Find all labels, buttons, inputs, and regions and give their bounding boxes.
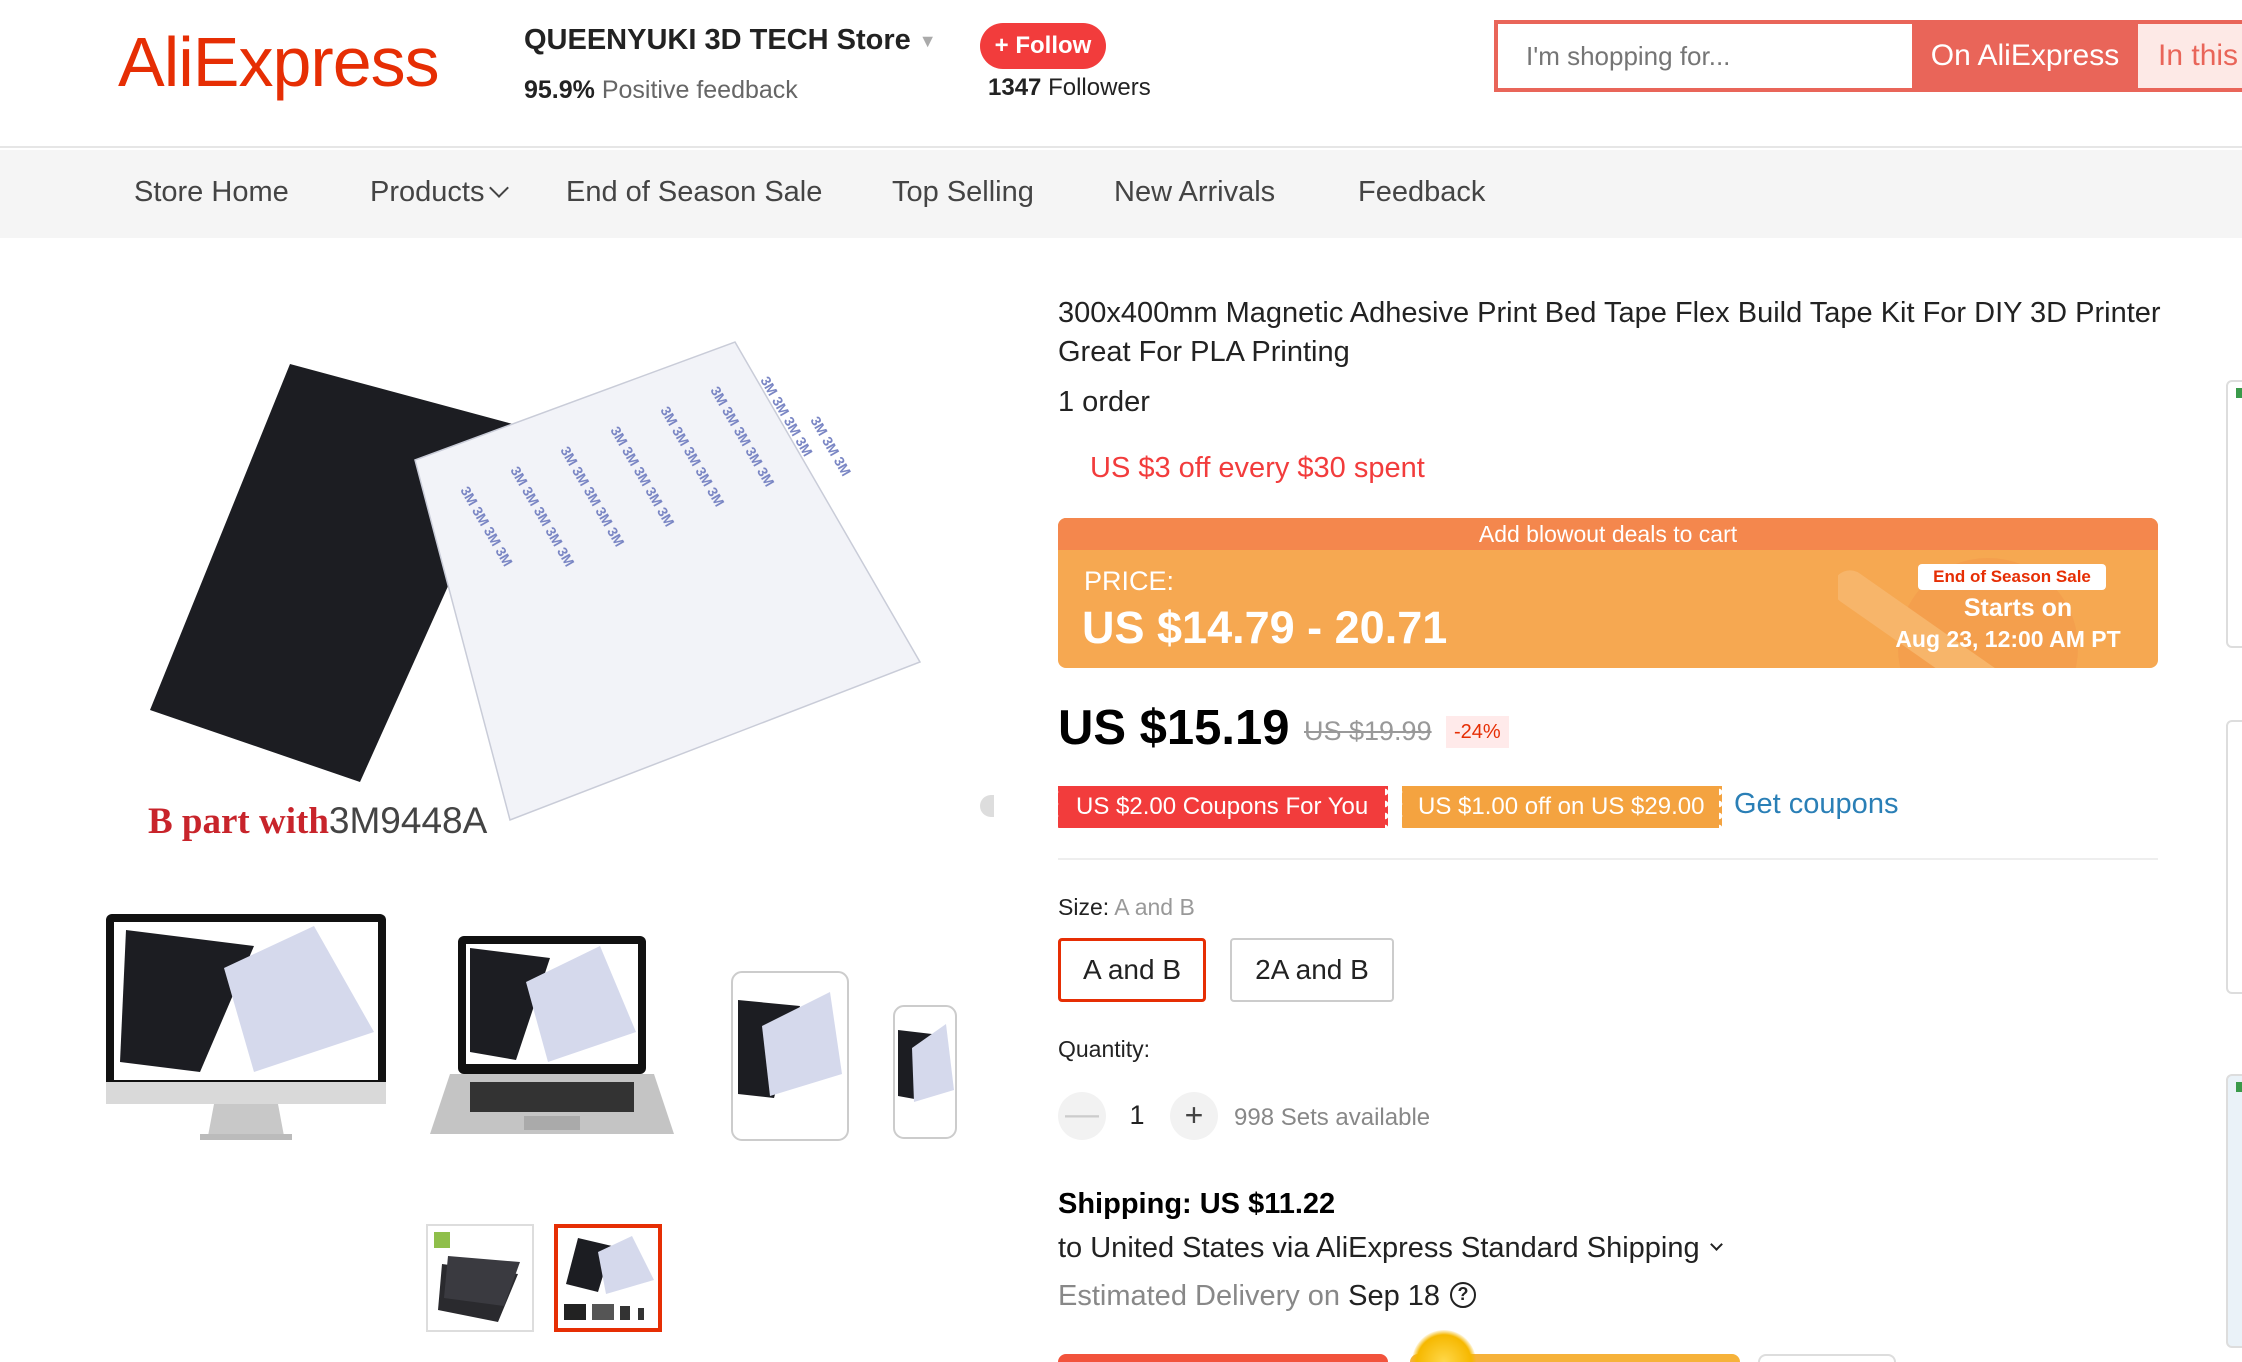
size-label: Size: A and B xyxy=(1058,894,1195,921)
wishlist-button[interactable] xyxy=(1758,1354,1896,1362)
store-feedback: 95.9% Positive feedback xyxy=(524,76,798,105)
delivery-date: Sep 18 xyxy=(1348,1280,1441,1312)
order-count: 1 order xyxy=(1058,386,1150,418)
store-name-text[interactable]: QUEENYUKI 3D TECH Store xyxy=(524,24,911,56)
caption-prefix: B part with xyxy=(148,801,329,842)
deal-start-date: Aug 23, 12:00 AM PT xyxy=(1895,626,2121,652)
aliexpress-logo[interactable]: AliExpress xyxy=(118,22,440,102)
side-recommendation-card[interactable] xyxy=(2226,720,2242,994)
nav-new-arrivals[interactable]: New Arrivals xyxy=(1114,176,1275,209)
desktop-preview[interactable] xyxy=(104,912,388,1144)
shipping-cost: Shipping: US $11.22 xyxy=(1058,1188,1336,1220)
sparkle-icon xyxy=(1412,1330,1476,1362)
end-of-season-sale-badge: End of Season Sale xyxy=(1918,564,2106,590)
coupon-edge-right xyxy=(1719,786,1725,828)
coupon-off-label[interactable]: US $1.00 off on US $29.00 xyxy=(1418,793,1704,820)
nav-feedback[interactable]: Feedback xyxy=(1358,176,1485,209)
laptop-preview[interactable] xyxy=(430,934,674,1144)
store-name[interactable]: QUEENYUKI 3D TECH Store ▼ xyxy=(524,24,937,57)
chevron-down-icon[interactable] xyxy=(1709,1238,1723,1251)
side-card-thumbnail xyxy=(2236,1082,2242,1092)
deal-price-label: PRICE: xyxy=(1084,566,1175,596)
shipping-destination[interactable]: to United States via AliExpress Standard… xyxy=(1058,1232,1700,1264)
delivery-label: Estimated Delivery on xyxy=(1058,1280,1341,1312)
image-caption: B part with3M9448A xyxy=(148,800,487,843)
deal-starts-label: Starts on xyxy=(1963,594,2073,622)
coupon-off[interactable]: US $1.00 off on US $29.00 xyxy=(1399,786,1725,828)
deal-price-range: US $14.79 - 20.71 xyxy=(1082,602,1448,653)
phone-preview[interactable] xyxy=(892,1004,958,1140)
size-option-a-and-b[interactable]: A and B xyxy=(1058,938,1206,1002)
deal-banner[interactable]: Add blowout deals to cart PRICE: US $14.… xyxy=(1058,518,2158,668)
product-title: 300x400mm Magnetic Adhesive Print Bed Ta… xyxy=(1058,297,2161,368)
nav-top-selling[interactable]: Top Selling xyxy=(892,176,1034,209)
follow-button[interactable]: + Follow xyxy=(980,23,1106,69)
plus-icon[interactable]: + xyxy=(1170,1092,1218,1140)
store-nav: Store Home Products End of Season Sale T… xyxy=(0,150,2242,238)
discount-badge: -24% xyxy=(1446,716,1509,748)
coupon-edge-right xyxy=(1385,786,1391,828)
store-promo[interactable]: US $3 off every $30 spent xyxy=(1090,452,1425,485)
quantity-label: Quantity: xyxy=(1058,1036,1151,1062)
side-recommendation-card[interactable] xyxy=(2226,380,2242,648)
caption-suffix: 3M9448A xyxy=(328,800,488,841)
image-scroll-indicator[interactable] xyxy=(980,795,994,817)
thumbnail-2[interactable] xyxy=(554,1224,662,1332)
question-circle-icon[interactable]: ? xyxy=(1450,1282,1477,1309)
nav-products[interactable]: Products xyxy=(370,176,510,209)
side-card-thumbnail xyxy=(2236,388,2242,398)
thumbnail-2-image xyxy=(564,1236,654,1320)
coupon-edge-left xyxy=(1055,786,1061,828)
nav-end-of-season-sale[interactable]: End of Season Sale xyxy=(566,176,822,209)
quantity-available: 998 Sets available xyxy=(1234,1104,1431,1131)
followers-number: 1347 xyxy=(988,74,1042,101)
thumbnail-1[interactable] xyxy=(426,1224,534,1332)
deal-top-label: Add blowout deals to cart xyxy=(1058,518,2158,550)
minus-icon[interactable]: — xyxy=(1058,1092,1106,1140)
original-price: US $19.99 xyxy=(1304,716,1432,746)
svg-text:3M 3M 3M: 3M 3M 3M xyxy=(807,414,854,479)
main-product-image[interactable]: 3M 3M 3M 3M 3M 3M 3M 3M 3M 3M 3M 3M 3M 3… xyxy=(130,320,940,860)
size-selected-value: A and B xyxy=(1114,894,1195,920)
side-recommendation-card[interactable] xyxy=(2226,1074,2242,1348)
size-option-2a-and-b[interactable]: 2A and B xyxy=(1230,938,1394,1002)
feedback-percent: 95.9% xyxy=(524,76,595,104)
size-label-text: Size: xyxy=(1058,894,1110,920)
followers-count: 1347 Followers xyxy=(988,74,1151,102)
thumbnail-1-image xyxy=(434,1232,520,1322)
quantity-value[interactable]: 1 xyxy=(1122,1100,1152,1131)
coupon-edge-left xyxy=(1399,786,1405,828)
followers-label: Followers xyxy=(1048,74,1151,101)
tablet-preview[interactable] xyxy=(730,970,850,1142)
nav-products-label[interactable]: Products xyxy=(370,176,484,208)
get-coupons-link[interactable]: Get coupons xyxy=(1734,788,1898,821)
shipping-method[interactable]: to United States via AliExpress Standard… xyxy=(1058,1232,1723,1265)
feedback-label: Positive feedback xyxy=(601,76,798,104)
search-in-store-button[interactable]: In this store xyxy=(2138,20,2242,92)
nav-store-home[interactable]: Store Home xyxy=(134,176,289,209)
coupon-for-you-label[interactable]: US $2.00 Coupons For You xyxy=(1076,793,1368,820)
search-input[interactable] xyxy=(1498,24,1914,88)
current-price: US $15.19 xyxy=(1058,701,1290,755)
chevron-down-icon[interactable] xyxy=(489,178,510,198)
caret-down-icon[interactable]: ▼ xyxy=(919,31,937,51)
store-header: AliExpress QUEENYUKI 3D TECH Store ▼ 95.9… xyxy=(0,0,2242,148)
estimated-delivery: Estimated Delivery on Sep 18? xyxy=(1058,1280,1477,1313)
search-on-aliexpress-button[interactable]: On AliExpress xyxy=(1912,20,2138,92)
buy-now-button[interactable] xyxy=(1058,1354,1388,1362)
search-box xyxy=(1494,20,1914,92)
coupon-for-you[interactable]: US $2.00 Coupons For You xyxy=(1055,786,1391,828)
divider xyxy=(1058,858,2158,860)
